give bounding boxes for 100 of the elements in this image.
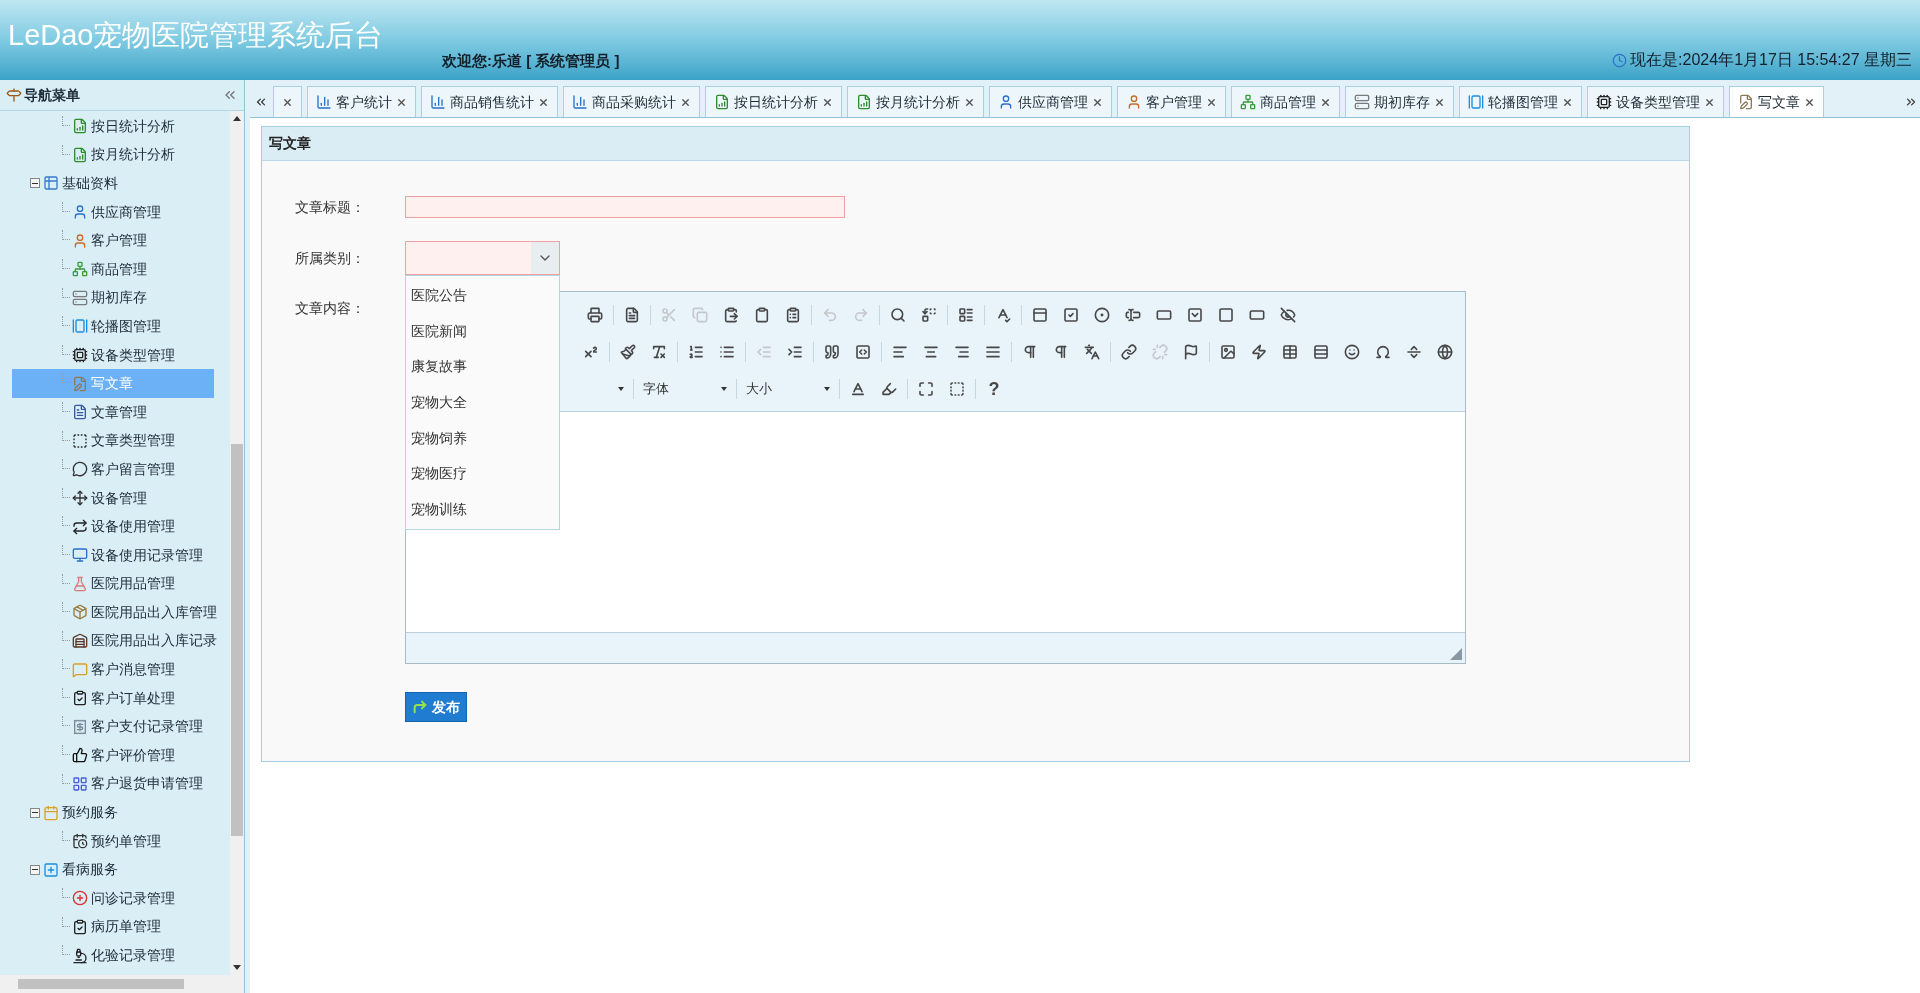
- close-icon[interactable]: [1206, 96, 1217, 108]
- sidebar-item[interactable]: 客户订单处理: [12, 683, 214, 713]
- tab-label: 按月统计分析: [876, 92, 960, 112]
- close-icon[interactable]: [282, 96, 293, 108]
- horizontal-scrollbar[interactable]: [0, 975, 244, 993]
- signpost-icon: [6, 87, 22, 103]
- arrows-icon: [72, 490, 88, 506]
- tab[interactable]: 按月统计分析: [847, 86, 984, 117]
- document-icon: [72, 404, 88, 421]
- tab[interactable]: 商品管理: [1231, 86, 1340, 117]
- tab[interactable]: 客户统计: [307, 86, 416, 117]
- close-icon[interactable]: [396, 96, 407, 108]
- cut-icon: [661, 306, 677, 323]
- tab-label: 客户统计: [336, 92, 392, 112]
- dropdown-option[interactable]: 宠物大全: [406, 384, 559, 421]
- title-input[interactable]: [405, 196, 845, 218]
- tab[interactable]: 写文章: [1729, 86, 1824, 117]
- collapse-toggle-icon[interactable]: [30, 178, 40, 189]
- scrollbar-thumb[interactable]: [231, 444, 243, 836]
- close-icon[interactable]: [964, 96, 975, 108]
- help-button[interactable]: ?: [981, 375, 1007, 402]
- tab[interactable]: 客户管理: [1117, 86, 1226, 117]
- sidebar-item[interactable]: 设备管理: [12, 483, 214, 513]
- scroll-tabs-right-icon[interactable]: [1904, 95, 1918, 109]
- sidebar-item[interactable]: 医院用品管理: [12, 569, 214, 599]
- panel-title: 写文章: [269, 134, 311, 153]
- plus-square-icon: [43, 861, 59, 878]
- scrollbar-thumb[interactable]: [18, 979, 184, 989]
- search-icon: [890, 306, 906, 323]
- sidebar-item[interactable]: 病历单管理: [12, 912, 214, 942]
- sidebar-item[interactable]: 客户退货申请管理: [12, 769, 214, 799]
- collapse-toggle-icon[interactable]: [30, 864, 40, 875]
- tab[interactable]: 供应商管理: [989, 86, 1112, 117]
- sidebar-item[interactable]: 商品管理: [12, 254, 214, 284]
- tab-label: 按日统计分析: [734, 92, 818, 112]
- tab[interactable]: 设备类型管理: [1587, 86, 1724, 117]
- close-icon[interactable]: [1434, 96, 1445, 108]
- resize-grip-icon[interactable]: [1450, 648, 1462, 660]
- tab[interactable]: 按日统计分析: [705, 86, 842, 117]
- sidebar-item[interactable]: 设备类型管理: [12, 340, 214, 370]
- sidebar-item[interactable]: 客户评价管理: [12, 741, 214, 770]
- scroll-down-arrow-icon[interactable]: [233, 965, 241, 970]
- tree-group[interactable]: 基础资料: [12, 169, 225, 198]
- tab[interactable]: 轮播图管理: [1459, 86, 1582, 117]
- dropdown-option[interactable]: 康复故事: [406, 349, 559, 385]
- right-to-left-icon: [1053, 343, 1069, 360]
- quote-icon: [824, 343, 840, 360]
- vertical-scrollbar[interactable]: [230, 111, 244, 975]
- sidebar-item[interactable]: 期初库存: [12, 283, 214, 313]
- sidebar-item[interactable]: 设备使用记录管理: [12, 540, 214, 570]
- tab-label: 写文章: [1758, 92, 1800, 112]
- table-icon: [1282, 343, 1298, 360]
- sidebar-item[interactable]: 轮播图管理: [12, 312, 214, 341]
- scroll-up-arrow-icon[interactable]: [233, 116, 241, 121]
- tab[interactable]: 商品销售统计: [421, 86, 558, 117]
- link-icon: [1121, 343, 1137, 360]
- close-icon[interactable]: [1704, 96, 1715, 108]
- close-icon[interactable]: [1804, 96, 1815, 108]
- tree-group[interactable]: 看病服务: [12, 855, 225, 885]
- welcome-text: 欢迎您:乐道 [ 系统管理员 ]: [442, 50, 620, 71]
- sidebar-item[interactable]: 按日统计分析: [12, 112, 214, 141]
- collapse-toggle-icon[interactable]: [30, 807, 40, 818]
- sidebar-item[interactable]: 预约单管理: [12, 826, 214, 856]
- clipboard-icon: [754, 306, 770, 323]
- sidebar-title: 导航菜单: [24, 85, 80, 105]
- tab-label: 客户管理: [1146, 92, 1202, 112]
- toolbar-dropdown[interactable]: 大小: [742, 376, 834, 401]
- sidebar-item[interactable]: 供应商管理: [12, 197, 214, 227]
- sidebar-item[interactable]: 设备使用管理: [12, 512, 214, 541]
- tab[interactable]: 期初库存: [1345, 86, 1454, 117]
- toolbar-dropdown[interactable]: 字体: [639, 376, 731, 401]
- close-icon[interactable]: [1092, 96, 1103, 108]
- tree-group[interactable]: 预约服务: [12, 798, 225, 827]
- tab[interactable]: 商品采购统计: [563, 86, 700, 117]
- sidebar-item[interactable]: 客户留言管理: [12, 455, 214, 484]
- scroll-tabs-left-icon[interactable]: [254, 95, 268, 109]
- dropdown-option[interactable]: 宠物训练: [406, 491, 559, 528]
- sidebar-item[interactable]: 客户支付记录管理: [12, 712, 214, 742]
- thumbs-up-icon: [72, 747, 88, 764]
- dropdown-option[interactable]: 宠物饲养: [406, 420, 559, 456]
- close-icon[interactable]: [1562, 96, 1573, 108]
- dropdown-option[interactable]: 医院新闻: [406, 313, 559, 350]
- sidebar-item[interactable]: 按月统计分析: [12, 140, 214, 170]
- dropdown-option[interactable]: 宠物医疗: [406, 455, 559, 492]
- globe-icon: [1437, 343, 1453, 360]
- slides-icon: [1468, 94, 1484, 110]
- sidebar-item[interactable]: 文章类型管理: [12, 426, 214, 456]
- close-icon[interactable]: [538, 96, 549, 108]
- close-icon[interactable]: [822, 96, 833, 108]
- chart-file-icon: [856, 94, 872, 110]
- left-to-right-icon: [1022, 343, 1038, 360]
- publish-button[interactable]: 发布: [405, 692, 467, 722]
- sidebar-item[interactable]: 文章管理: [12, 397, 214, 427]
- sidebar-item[interactable]: 化验记录管理: [12, 941, 214, 970]
- slides-icon: [72, 318, 88, 335]
- close-icon[interactable]: [1320, 96, 1331, 108]
- close-icon[interactable]: [680, 96, 691, 108]
- sidebar-item[interactable]: 客户管理: [12, 226, 214, 255]
- sidebar-item[interactable]: 问诊记录管理: [12, 884, 214, 913]
- sidebar-item[interactable]: 客户消息管理: [12, 655, 214, 684]
